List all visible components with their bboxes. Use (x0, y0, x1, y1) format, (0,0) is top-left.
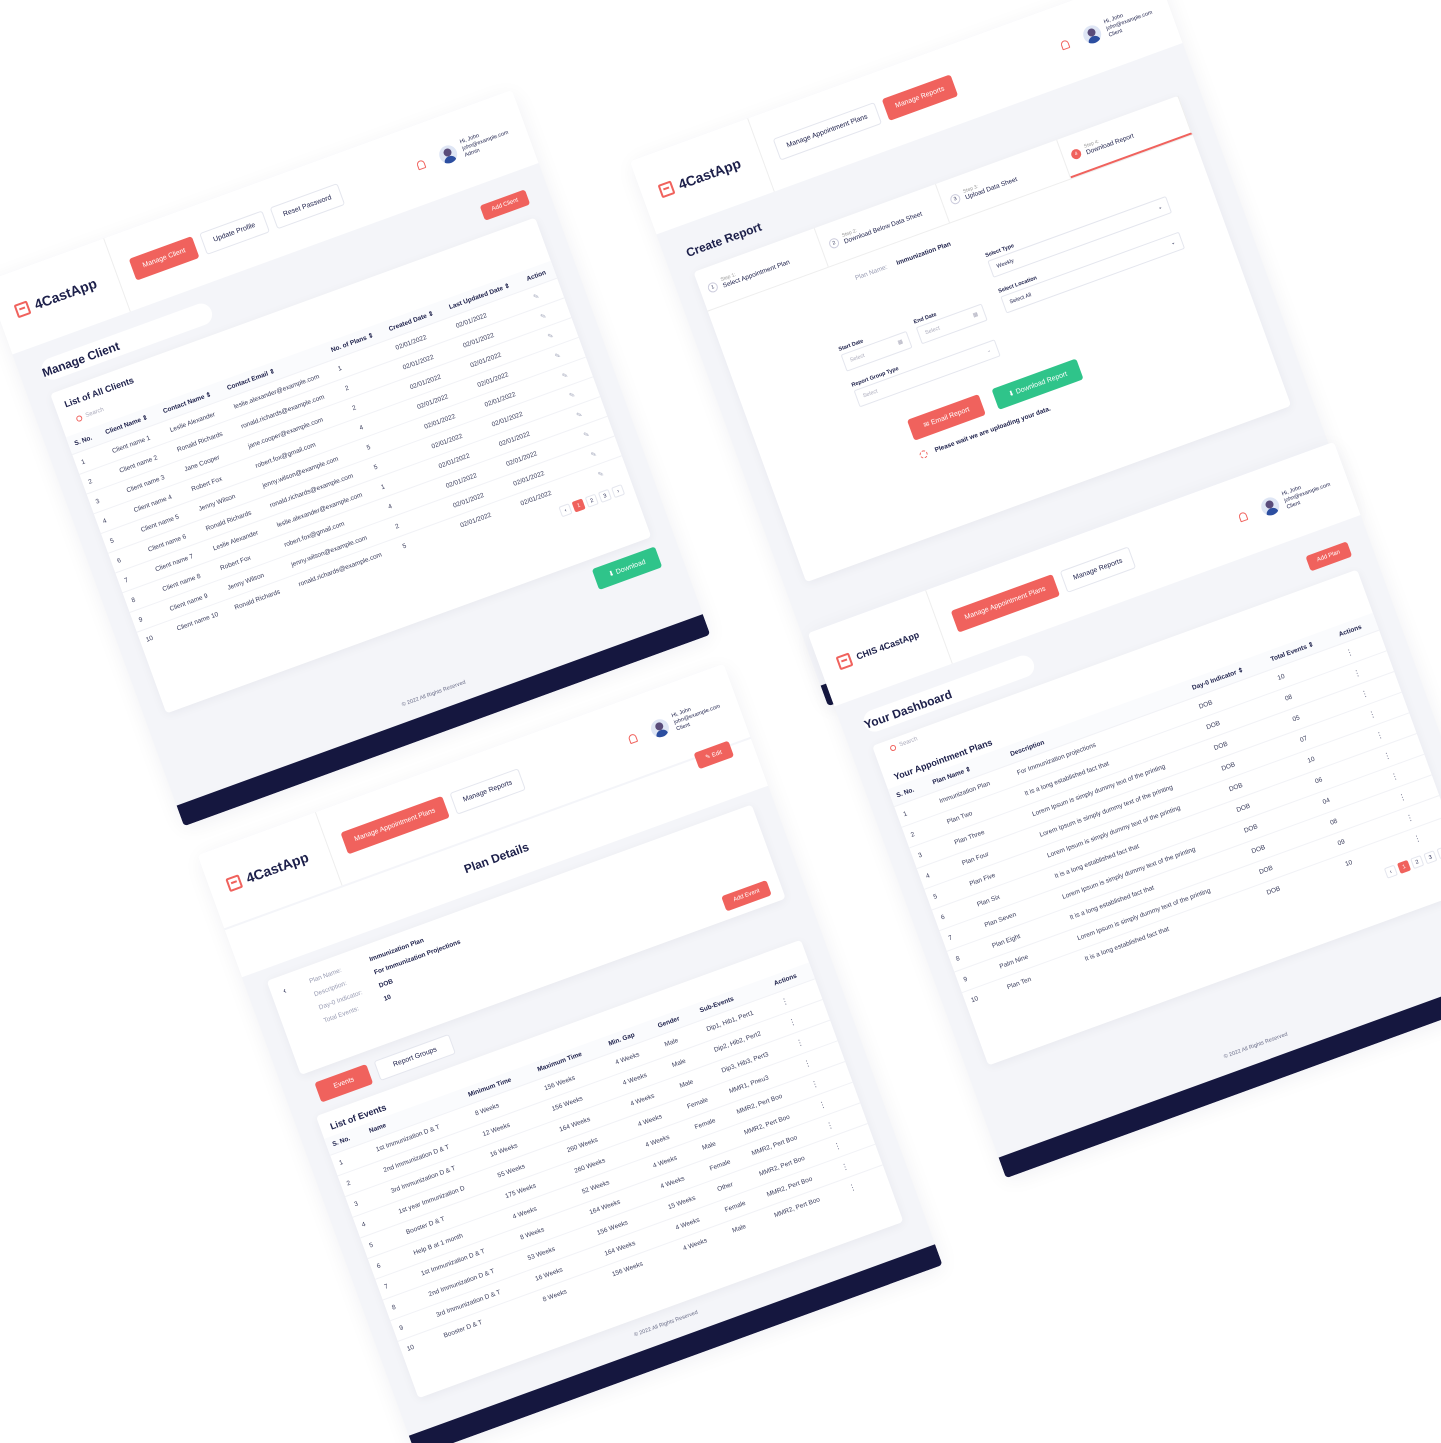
more-options-icon[interactable]: ⋮ (840, 1162, 850, 1173)
showcase-stage: 4CastApp Manage Client Update Profile Re… (0, 0, 1441, 1443)
user-info: Hi, John john@example.com Client (1280, 481, 1332, 511)
page-button[interactable]: › (1436, 845, 1441, 860)
user-info: Hi, John john@example.com Client (1102, 9, 1154, 39)
page-button[interactable]: 2 (1410, 855, 1425, 870)
more-options-icon[interactable]: ⋮ (1412, 833, 1422, 844)
bell-icon[interactable] (415, 158, 427, 170)
edit-icon[interactable]: ✎ (554, 352, 562, 361)
loading-spinner-icon (918, 449, 929, 460)
more-options-icon[interactable]: ⋮ (1390, 771, 1400, 782)
edit-icon[interactable]: ✎ (597, 471, 605, 480)
more-options-icon[interactable]: ⋮ (1359, 689, 1369, 700)
step-number: 1 (706, 280, 720, 294)
nav-manage-appointment-plans[interactable]: Manage Appointment Plans (772, 101, 882, 161)
back-arrow-icon[interactable]: ‹ (281, 985, 287, 995)
step-text: Step 2: Download Below Data Sheet (841, 205, 923, 246)
step-text: Step 4: Download Report (1083, 127, 1135, 157)
edit-icon[interactable]: ✎ (547, 333, 555, 342)
edit-icon[interactable]: ✎ (533, 293, 541, 302)
add-event-button[interactable]: Add Event (721, 880, 772, 912)
page-title: Plan Details (462, 839, 531, 877)
edit-icon[interactable]: ✎ (576, 411, 584, 420)
main-nav: Manage Appointment Plans Manage Reports (772, 73, 959, 161)
user-menu[interactable]: Hi, John john@example.com Client (1236, 475, 1334, 528)
more-options-icon[interactable]: ⋮ (787, 1017, 797, 1028)
chevron-down-icon: ⌄ (985, 347, 993, 355)
edit-icon[interactable]: ✎ (568, 392, 576, 401)
more-options-icon[interactable]: ⋮ (802, 1058, 812, 1069)
step-number: 4 (1069, 147, 1083, 161)
more-options-icon[interactable]: ⋮ (1352, 668, 1362, 679)
calendar-icon: ▦ (972, 311, 980, 319)
nav-manage-appointment-plans[interactable]: Manage Appointment Plans (340, 795, 450, 854)
more-options-icon[interactable]: ⋮ (847, 1182, 857, 1193)
user-menu[interactable]: Hi, John john@example.com Admin (414, 123, 512, 176)
more-options-icon[interactable]: ⋮ (1397, 792, 1407, 803)
chevron-down-icon: ⌄ (1170, 239, 1177, 247)
calendar-icon (225, 874, 244, 893)
more-options-icon[interactable]: ⋮ (1405, 813, 1415, 824)
bell-icon[interactable] (627, 732, 639, 744)
more-options-icon[interactable]: ⋮ (1367, 709, 1377, 720)
edit-icon[interactable]: ✎ (583, 431, 591, 440)
page-button[interactable]: ‹ (558, 503, 573, 518)
step-text: Step 1: Select Appointment Plan (720, 253, 791, 290)
edit-icon[interactable]: ✎ (590, 451, 598, 460)
more-options-icon[interactable]: ⋮ (810, 1079, 820, 1090)
search-icon (889, 744, 897, 752)
edit-icon[interactable]: ✎ (540, 313, 548, 322)
nav-manage-reports[interactable]: Manage Reports (881, 73, 959, 121)
nav-manage-appointment-plans[interactable]: Manage Appointment Plans (950, 573, 1060, 633)
search-icon (75, 414, 84, 423)
page-button[interactable]: 3 (1423, 850, 1438, 865)
more-options-icon[interactable]: ⋮ (832, 1141, 842, 1152)
more-options-icon[interactable]: ⋮ (1374, 730, 1384, 741)
user-menu[interactable]: Hi, John john@example.com Client (1058, 3, 1156, 56)
page-button[interactable]: 2 (584, 493, 599, 508)
calendar-icon (835, 652, 854, 671)
tab-events[interactable]: Events (314, 1063, 374, 1103)
nav-update-profile[interactable]: Update Profile (199, 210, 270, 255)
edit-icon[interactable]: ✎ (561, 372, 569, 381)
calendar-icon: ▦ (896, 338, 904, 347)
add-client-button[interactable]: Add Client (479, 189, 531, 221)
more-options-icon[interactable]: ⋮ (825, 1120, 835, 1131)
calendar-icon (13, 300, 32, 319)
more-options-icon[interactable]: ⋮ (1382, 751, 1392, 762)
user-info: Hi, John john@example.com Admin (459, 123, 512, 159)
step-text: Step 3: Upload Data Sheet (962, 170, 1018, 201)
step-number: 3 (948, 192, 962, 206)
avatar (1080, 22, 1105, 46)
page-button[interactable]: › (611, 484, 626, 499)
chevron-down-icon: ⌄ (1157, 203, 1164, 212)
add-plan-button[interactable]: Add Plan (1305, 541, 1353, 572)
more-options-icon[interactable]: ⋮ (780, 996, 790, 1007)
app-logo[interactable]: 4CastApp (646, 118, 775, 229)
page-button[interactable]: 3 (597, 488, 613, 503)
avatar (1258, 494, 1283, 518)
calendar-icon (657, 180, 676, 199)
avatar (436, 142, 461, 166)
app-logo[interactable]: 4CastApp (2, 238, 131, 349)
bell-icon[interactable] (1237, 510, 1249, 522)
nav-manage-reports[interactable]: Manage Reports (448, 767, 527, 815)
more-options-icon[interactable]: ⋮ (1344, 647, 1354, 658)
bell-icon[interactable] (1059, 38, 1071, 50)
download-report-button[interactable]: ⬇ Download Report (991, 358, 1084, 410)
avatar (648, 716, 672, 740)
nav-reset-password[interactable]: Reset Password (269, 182, 346, 230)
user-menu[interactable]: Hi, John john@example.com Client (626, 696, 724, 749)
more-options-icon[interactable]: ⋮ (795, 1038, 805, 1049)
nav-manage-reports[interactable]: Manage Reports (1059, 545, 1137, 593)
page-button[interactable]: ‹ (1383, 864, 1398, 879)
info-value: 10 (382, 993, 393, 1003)
page-button[interactable]: 1 (571, 498, 586, 513)
info-value: DOB (378, 978, 395, 990)
more-options-icon[interactable]: ⋮ (817, 1100, 827, 1111)
page-button[interactable]: 1 (1397, 859, 1412, 874)
user-info: Hi, John john@example.com Client (670, 703, 721, 732)
nav-manage-client[interactable]: Manage Client (128, 235, 200, 281)
step-number: 2 (827, 236, 841, 250)
